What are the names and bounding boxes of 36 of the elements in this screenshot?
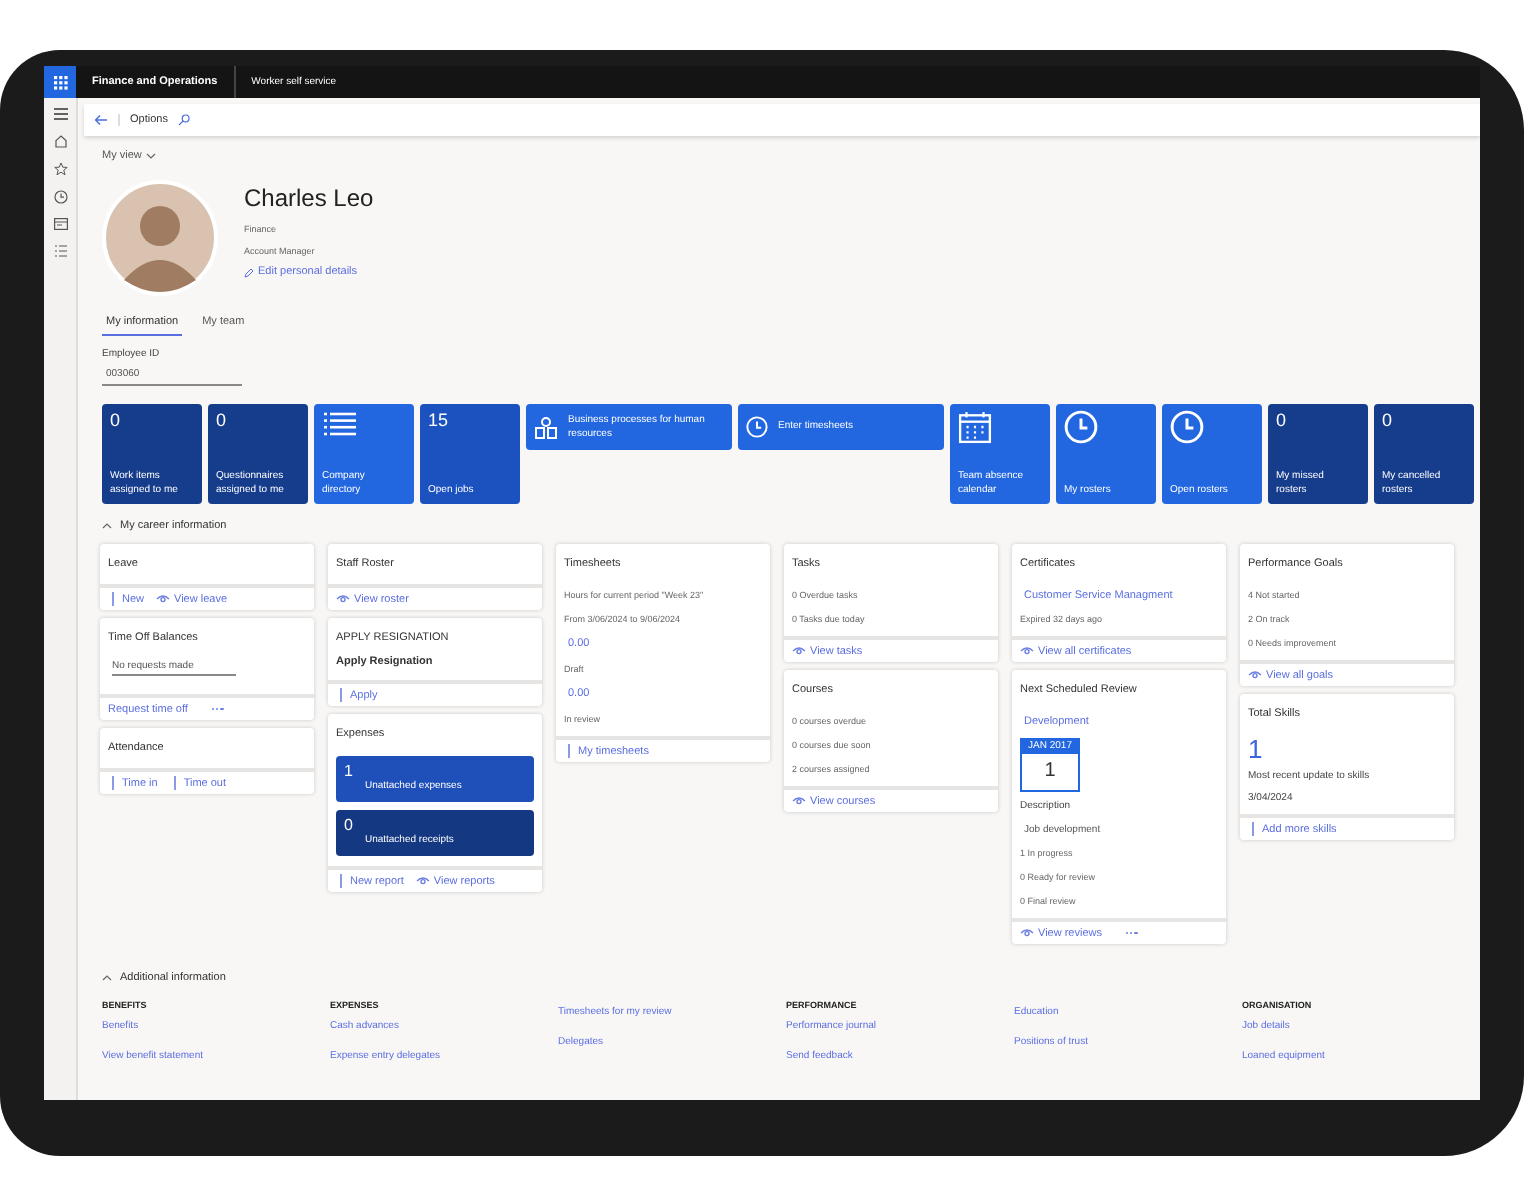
calendar-icon bbox=[958, 410, 992, 444]
eye-icon bbox=[1248, 670, 1262, 680]
back-icon[interactable] bbox=[94, 114, 108, 126]
chevron-icon[interactable] bbox=[102, 974, 112, 982]
plus-icon bbox=[1248, 822, 1258, 836]
chevron-icon bbox=[145, 152, 156, 160]
clock-icon[interactable] bbox=[53, 190, 67, 204]
clock-icon bbox=[1064, 410, 1098, 444]
search-icon[interactable] bbox=[177, 114, 190, 126]
people-icon bbox=[534, 415, 558, 439]
plus-icon bbox=[336, 688, 346, 702]
eye-icon bbox=[792, 796, 806, 806]
eye-icon bbox=[336, 594, 350, 604]
avatar-icon bbox=[102, 180, 218, 296]
clock-icon bbox=[1170, 410, 1204, 444]
eye-icon bbox=[156, 594, 171, 604]
menu-icon[interactable] bbox=[53, 108, 67, 120]
eye-icon bbox=[415, 876, 430, 886]
eye-icon bbox=[792, 646, 806, 656]
plus-icon bbox=[564, 744, 574, 758]
plus-icon bbox=[108, 776, 118, 790]
home-icon[interactable] bbox=[53, 134, 67, 148]
star-icon[interactable] bbox=[53, 162, 67, 176]
clock-icon bbox=[746, 416, 768, 438]
list-icon bbox=[322, 410, 358, 438]
chevron-icon[interactable] bbox=[102, 522, 112, 530]
app-launcher-icon[interactable] bbox=[44, 66, 76, 98]
pencil-icon bbox=[244, 268, 254, 278]
skills-count: 1 bbox=[1248, 734, 1265, 766]
plus-icon bbox=[336, 874, 346, 888]
plus-icon bbox=[169, 776, 180, 790]
plus-icon bbox=[108, 592, 118, 606]
eye-icon bbox=[1020, 928, 1034, 938]
employee-name: Charles Leo bbox=[244, 184, 374, 212]
eye-icon bbox=[1020, 646, 1034, 656]
workspace-icon[interactable] bbox=[53, 218, 67, 230]
